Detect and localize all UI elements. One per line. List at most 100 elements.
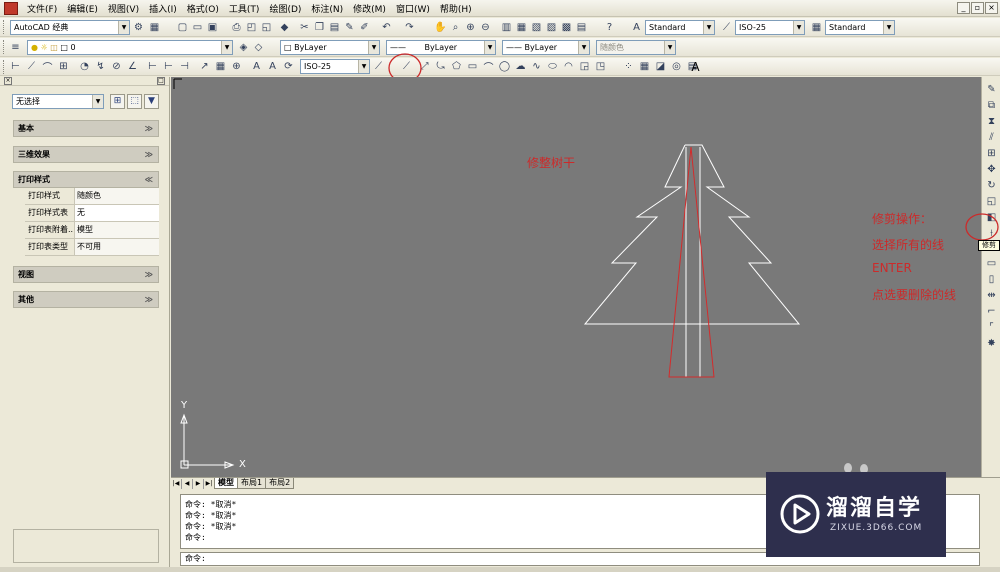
quick-select-icon[interactable]: ▼	[144, 94, 159, 109]
move-icon[interactable]: ✥	[985, 163, 998, 176]
markup-icon[interactable]: ▩	[560, 21, 573, 34]
first-tab-icon[interactable]: |◀	[171, 478, 182, 489]
new-file-icon[interactable]: ▢	[176, 21, 189, 34]
menu-edit[interactable]: 编辑(E)	[62, 2, 103, 15]
ordinate-dim-icon[interactable]: ⊞	[57, 60, 70, 73]
polygon-icon[interactable]: ⬠	[450, 60, 463, 73]
drawing-canvas[interactable]: 修整树干 修剪操作： 选择所有的线 ENTER 点选要删除的线 Y X	[171, 77, 981, 477]
array-icon[interactable]: ⊞	[985, 147, 998, 160]
property-row[interactable]: 打印样式表 无	[25, 205, 159, 222]
close-button[interactable]: ×	[985, 2, 998, 14]
angular-dim-icon[interactable]: ∠	[126, 60, 139, 73]
copy-object-icon[interactable]: ⧉	[985, 99, 998, 112]
sheet-set-icon[interactable]: ▨	[545, 21, 558, 34]
point-icon[interactable]: ⁘	[622, 60, 635, 73]
jogged-dim-icon[interactable]: ↯	[94, 60, 107, 73]
make-current-layer-icon[interactable]: ◈	[237, 41, 250, 54]
dim-style-select-2[interactable]: ISO-25 ▼	[300, 59, 370, 74]
scale-icon[interactable]: ◱	[985, 195, 998, 208]
lineweight-select[interactable]: —— ByLayer ▼	[502, 40, 590, 55]
dim-style-manager-icon[interactable]: ⟋	[372, 60, 385, 73]
zoom-window-icon[interactable]: ⊕	[464, 21, 477, 34]
print-icon[interactable]: ⎙	[230, 21, 243, 34]
erase-icon[interactable]: ✎	[985, 83, 998, 96]
toolbar-grip[interactable]	[3, 40, 6, 54]
section-3d-effects[interactable]: 三维效果 ≫	[13, 146, 159, 163]
cut-icon[interactable]: ✂	[298, 21, 311, 34]
menu-view[interactable]: 视图(V)	[103, 2, 144, 15]
quick-dim-icon[interactable]: ⊢	[146, 60, 159, 73]
extend-icon[interactable]: ▭	[985, 257, 998, 270]
center-mark-icon[interactable]: ⊕	[230, 60, 243, 73]
arc-icon[interactable]: ⌒	[482, 60, 495, 74]
properties-icon[interactable]: ▥	[500, 21, 513, 34]
layer-manager-icon[interactable]: ≡	[9, 41, 22, 54]
menu-tools[interactable]: 工具(T)	[224, 2, 265, 15]
plot-preview-icon[interactable]: ◰	[245, 21, 258, 34]
menu-dimension[interactable]: 标注(N)	[306, 2, 348, 15]
trunk-triangle-red[interactable]	[668, 146, 715, 378]
make-block-icon[interactable]: ◳	[594, 60, 607, 73]
qleader-icon[interactable]: ↗	[198, 60, 211, 73]
ellipse-icon[interactable]: ⬭	[546, 60, 559, 73]
toolbar-grip[interactable]	[3, 60, 6, 74]
menu-insert[interactable]: 插入(I)	[144, 2, 182, 15]
ellipse-arc-icon[interactable]: ◠	[562, 60, 575, 73]
break-at-point-icon[interactable]: ▯	[985, 273, 998, 286]
lock-icon[interactable]: ▦	[148, 21, 161, 34]
palette-close-icon[interactable]: ×	[4, 77, 12, 85]
help-icon[interactable]: ?	[603, 21, 616, 34]
restore-button[interactable]: ▫	[971, 2, 984, 14]
layer-select[interactable]: ● ☼ ◫ □ 0 ▼	[27, 40, 233, 55]
3d-dwf-icon[interactable]: ◆	[278, 21, 291, 34]
tab-layout2[interactable]: 布局2	[265, 478, 295, 489]
explode-icon[interactable]: ✸	[985, 337, 998, 350]
block-editor-icon[interactable]: ✐	[358, 21, 371, 34]
property-row[interactable]: 打印表附着... 模型	[25, 222, 159, 239]
menu-window[interactable]: 窗口(W)	[391, 2, 435, 15]
spline-icon[interactable]: ∿	[530, 60, 543, 73]
calculator-icon[interactable]: ▤	[575, 21, 588, 34]
tolerance-icon[interactable]: ▦	[214, 60, 227, 73]
menu-modify[interactable]: 修改(M)	[348, 2, 391, 15]
tool-palettes-icon[interactable]: ▧	[530, 21, 543, 34]
save-icon[interactable]: ▣	[206, 21, 219, 34]
hatch-icon[interactable]: ▦	[638, 60, 651, 73]
property-row[interactable]: 打印样式 随颜色	[25, 188, 159, 205]
dim-edit-icon[interactable]: A	[250, 60, 263, 73]
tab-layout1[interactable]: 布局1	[237, 478, 267, 489]
section-basic[interactable]: 基本 ≫	[13, 120, 159, 137]
color-select[interactable]: □ ByLayer ▼	[280, 40, 380, 55]
open-folder-icon[interactable]: ▭	[191, 21, 204, 34]
revision-cloud-icon[interactable]: ☁	[514, 60, 527, 73]
next-tab-icon[interactable]: ▶	[193, 478, 204, 489]
chamfer-icon[interactable]: ⌐	[985, 305, 998, 318]
insert-block-icon[interactable]: ◲	[578, 60, 591, 73]
layer-previous-icon[interactable]: ◇	[252, 41, 265, 54]
table-style-select[interactable]: Standard ▼	[825, 20, 895, 35]
publish-icon[interactable]: ◱	[260, 21, 273, 34]
gradient-icon[interactable]: ◪	[654, 60, 667, 73]
palette-options-icon[interactable]: □	[157, 77, 165, 85]
zoom-realtime-icon[interactable]: ⌕	[449, 21, 462, 34]
dim-update-icon[interactable]: ⟳	[282, 60, 295, 73]
join-icon[interactable]: ⇹	[985, 289, 998, 302]
palette-titlebar[interactable]: × □	[0, 77, 169, 86]
dim-text-edit-icon[interactable]: A	[266, 60, 279, 73]
multiline-text-icon[interactable]: A	[689, 60, 702, 74]
section-plot-style[interactable]: 打印样式 ≪	[13, 171, 159, 188]
fillet-icon[interactable]: ⌜	[985, 321, 998, 334]
menu-file[interactable]: 文件(F)	[22, 2, 62, 15]
tab-model[interactable]: 模型	[214, 478, 238, 489]
minimize-button[interactable]: _	[957, 2, 970, 14]
match-properties-icon[interactable]: ✎	[343, 21, 356, 34]
toolbar-grip[interactable]	[3, 20, 6, 34]
paste-icon[interactable]: ▤	[328, 21, 341, 34]
region-icon[interactable]: ◎	[670, 60, 683, 73]
polyline-icon[interactable]: ⤿	[434, 60, 447, 73]
table-style-icon[interactable]: ▦	[810, 21, 823, 34]
app-icon[interactable]	[4, 1, 18, 15]
design-center-icon[interactable]: ▦	[515, 21, 528, 34]
diameter-dim-icon[interactable]: ⊘	[110, 60, 123, 73]
dim-style-select[interactable]: ISO-25 ▼	[735, 20, 805, 35]
